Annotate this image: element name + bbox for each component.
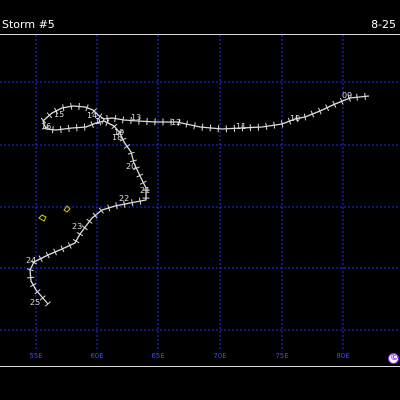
day-label: 24	[26, 256, 36, 265]
longitude-label: 60E	[90, 352, 104, 360]
storm-track-map: 09 10 11 12 13 14 15 16 17 18 19 20 21 2…	[0, 35, 400, 350]
island-outline	[38, 214, 47, 222]
track-day-labels: 09 10 11 12 13 14 15 16 17 18 19 20 21 2…	[26, 91, 352, 307]
track-tick	[209, 124, 212, 132]
longitude-label: 70E	[213, 352, 227, 360]
track-ticks	[26, 92, 366, 307]
day-label: 11	[236, 122, 246, 131]
longitude-label: 75E	[275, 352, 289, 360]
day-label: 23	[72, 222, 82, 231]
track-tick	[115, 202, 118, 210]
track-tick	[217, 125, 220, 133]
day-label: 25	[30, 298, 40, 307]
day-label: 12	[171, 118, 181, 127]
track-tick	[70, 102, 73, 110]
day-label: 21	[140, 186, 150, 195]
day-label: 22	[119, 194, 129, 203]
longitude-label: 80E	[336, 352, 350, 360]
day-label: 17	[95, 117, 105, 126]
track-tick	[122, 116, 125, 124]
track-tick	[86, 218, 93, 224]
grid-lines	[0, 35, 400, 350]
track-tick	[138, 197, 142, 205]
day-label: 10	[290, 114, 300, 123]
track-tick	[52, 126, 54, 134]
day-label: 20	[126, 162, 136, 171]
track-tick	[265, 122, 268, 130]
track-tick	[201, 123, 204, 131]
day-label: 09	[342, 91, 352, 100]
day-label: 19	[114, 128, 124, 137]
track-tick	[76, 124, 78, 132]
track-tick	[364, 92, 366, 100]
storm-track-line	[29, 95, 370, 305]
track-tick	[280, 120, 284, 128]
day-label: 13	[131, 113, 141, 122]
day-label: 15	[54, 110, 64, 119]
day-label: 16	[41, 122, 51, 131]
track-tick	[27, 276, 35, 279]
track-tick	[131, 199, 134, 207]
track-tick	[59, 125, 62, 133]
islands	[38, 205, 71, 222]
track-tick	[83, 123, 86, 131]
track-tick	[114, 115, 117, 123]
longitude-label: 55E	[29, 352, 43, 360]
track-tick	[273, 121, 276, 129]
track-tick	[67, 124, 70, 132]
track-tick	[356, 93, 358, 101]
copyright-logo-icon: ©	[388, 353, 399, 364]
track-tick	[78, 102, 80, 111]
longitude-label: 65E	[151, 352, 165, 360]
track-tick	[303, 113, 307, 121]
track-tick	[81, 225, 88, 231]
